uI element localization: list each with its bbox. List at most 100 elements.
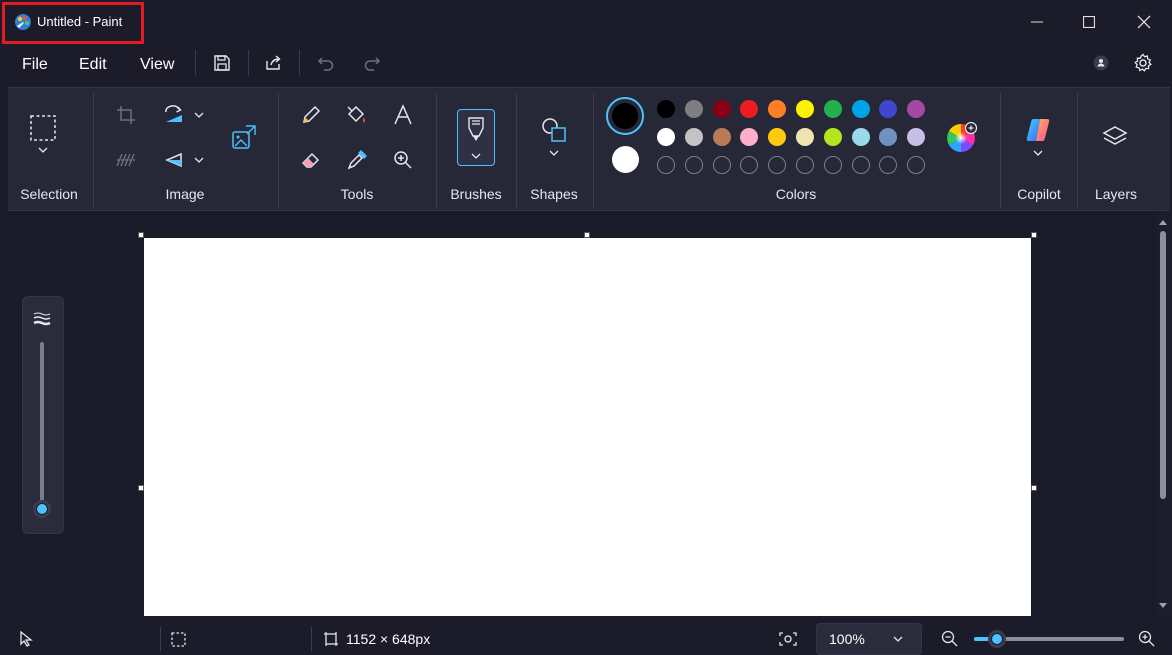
palette-swatch[interactable] <box>852 128 870 146</box>
palette-swatch[interactable] <box>657 128 675 146</box>
palette-swatch[interactable] <box>796 128 814 146</box>
undo-icon <box>317 57 334 71</box>
palette-swatch[interactable] <box>740 100 758 118</box>
brush-size-slider[interactable] <box>40 342 44 508</box>
secondary-color-swatch[interactable] <box>612 146 639 173</box>
palette-swatch[interactable] <box>824 128 842 146</box>
flip-button[interactable] <box>160 146 188 174</box>
palette-swatch[interactable] <box>824 100 842 118</box>
minimize-button[interactable] <box>1017 8 1057 36</box>
resize-handle-top[interactable] <box>584 232 590 238</box>
custom-color-slot[interactable] <box>879 156 897 174</box>
paint-palette-icon <box>14 13 32 31</box>
resize-image-button[interactable] <box>230 123 258 151</box>
resize-image-icon <box>232 125 256 149</box>
custom-color-slot[interactable] <box>713 156 731 174</box>
zoom-in-button[interactable] <box>1138 630 1158 648</box>
resize-handle-right[interactable] <box>1031 485 1037 491</box>
drawing-canvas[interactable] <box>144 238 1031 616</box>
gear-icon <box>1134 53 1152 72</box>
remove-background-button[interactable] <box>112 146 140 174</box>
status-separator <box>311 627 312 651</box>
account-icon <box>1093 55 1109 71</box>
copilot-button[interactable] <box>1024 116 1052 144</box>
palette-swatch[interactable] <box>685 100 703 118</box>
eraser-button[interactable] <box>297 146 325 174</box>
palette-swatch[interactable] <box>657 100 675 118</box>
select-dropdown[interactable] <box>29 143 57 157</box>
settings-button[interactable] <box>1129 49 1157 77</box>
fit-to-window-button[interactable] <box>776 629 800 649</box>
palette-swatch[interactable] <box>713 128 731 146</box>
custom-color-slot[interactable] <box>824 156 842 174</box>
select-tool-button[interactable] <box>29 114 57 142</box>
brush-size-slider-thumb-fill <box>37 504 47 514</box>
shapes-button[interactable] <box>540 116 568 144</box>
palette-swatch[interactable] <box>907 128 925 146</box>
custom-color-slot[interactable] <box>685 156 703 174</box>
rotate-button[interactable] <box>160 101 188 129</box>
custom-color-slot[interactable] <box>740 156 758 174</box>
rotate-dropdown[interactable] <box>188 101 210 129</box>
color-picker-button[interactable] <box>343 146 371 174</box>
text-button[interactable] <box>389 101 417 129</box>
zoom-slider-thumb-fill <box>992 634 1002 644</box>
primary-color-swatch[interactable] <box>606 97 644 135</box>
edit-colors-button[interactable] <box>947 122 979 154</box>
vertical-scrollbar-thumb[interactable] <box>1160 231 1166 499</box>
menu-separator <box>299 50 300 76</box>
zoom-out-button[interactable] <box>941 630 961 648</box>
brushes-button[interactable] <box>457 109 495 166</box>
resize-handle-top-left[interactable] <box>138 232 144 238</box>
resize-handle-top-right[interactable] <box>1031 232 1037 238</box>
crop-button[interactable] <box>112 101 140 129</box>
redo-icon <box>364 57 381 71</box>
palette-swatch[interactable] <box>879 128 897 146</box>
palette-swatch[interactable] <box>907 100 925 118</box>
custom-color-slot[interactable] <box>657 156 675 174</box>
menu-edit[interactable]: Edit <box>79 54 107 76</box>
scroll-down-icon[interactable] <box>1158 602 1168 610</box>
fill-button[interactable] <box>343 101 371 129</box>
minimize-icon <box>1031 21 1043 23</box>
scroll-up-icon[interactable] <box>1158 218 1168 226</box>
close-button[interactable] <box>1124 8 1164 36</box>
chevron-down-icon <box>194 112 204 118</box>
maximize-icon <box>1083 16 1095 28</box>
resize-handle-left[interactable] <box>138 485 144 491</box>
redo-button[interactable] <box>358 49 386 77</box>
save-button[interactable] <box>208 49 236 77</box>
custom-color-slot[interactable] <box>768 156 786 174</box>
magnifier-button[interactable] <box>389 146 417 174</box>
menu-view[interactable]: View <box>140 54 174 76</box>
custom-color-slot[interactable] <box>852 156 870 174</box>
copilot-dropdown[interactable] <box>1024 146 1052 160</box>
palette-swatch[interactable] <box>685 128 703 146</box>
custom-color-slot[interactable] <box>796 156 814 174</box>
custom-color-slot[interactable] <box>907 156 925 174</box>
layers-button[interactable] <box>1101 124 1129 152</box>
account-button[interactable] <box>1087 49 1115 77</box>
shapes-dropdown[interactable] <box>540 146 568 160</box>
ribbon-separator <box>1077 93 1078 209</box>
pencil-button[interactable] <box>297 101 325 129</box>
flip-icon <box>165 152 182 168</box>
menu-file[interactable]: File <box>22 54 48 76</box>
palette-swatch[interactable] <box>713 100 731 118</box>
save-icon <box>214 55 230 71</box>
ribbon-separator <box>93 93 94 209</box>
palette-swatch[interactable] <box>768 128 786 146</box>
title-bar <box>0 0 1172 44</box>
palette-swatch[interactable] <box>740 128 758 146</box>
palette-swatch[interactable] <box>768 100 786 118</box>
palette-swatch[interactable] <box>852 100 870 118</box>
chevron-down-icon <box>194 157 204 163</box>
maximize-button[interactable] <box>1069 8 1109 36</box>
crop-icon <box>117 106 135 124</box>
color-palette <box>657 100 933 176</box>
flip-dropdown[interactable] <box>188 146 210 174</box>
undo-button[interactable] <box>312 49 340 77</box>
share-button[interactable] <box>259 49 287 77</box>
palette-swatch[interactable] <box>796 100 814 118</box>
palette-swatch[interactable] <box>879 100 897 118</box>
